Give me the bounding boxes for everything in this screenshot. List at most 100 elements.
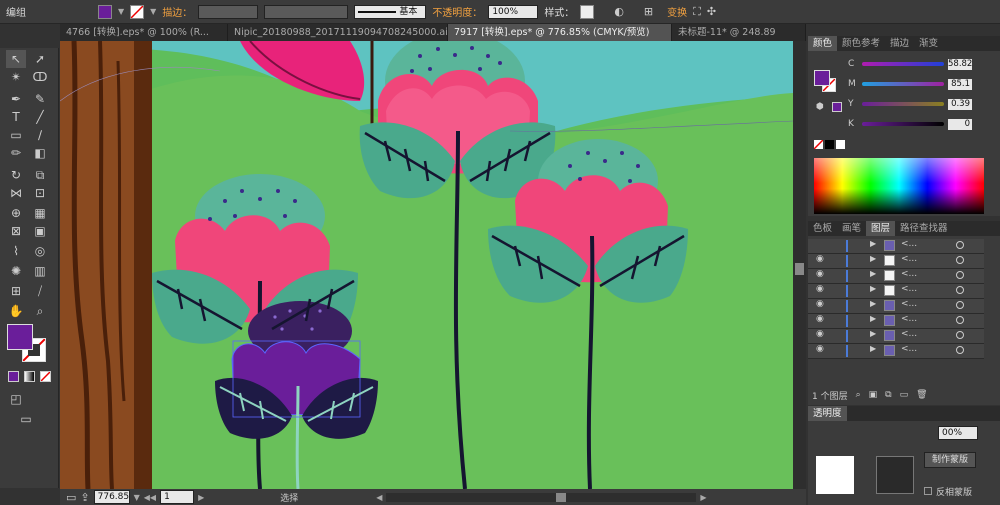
eraser-icon[interactable]: ◧ [30, 144, 50, 162]
export-icon[interactable]: ⇪ [80, 491, 89, 504]
expand-icon[interactable]: ▶ [870, 239, 876, 248]
layer-name[interactable]: <... [901, 299, 917, 309]
scale-tool-icon[interactable]: ⧉ [30, 166, 50, 184]
rotate-tool-icon[interactable]: ↻ [6, 166, 26, 184]
eyedropper-icon[interactable]: ⌇ [6, 242, 26, 260]
mesh-tool-icon[interactable]: ⊠ [6, 222, 26, 240]
screen-mode-icon[interactable]: ▭ [16, 410, 36, 428]
color-spectrum[interactable] [814, 158, 984, 214]
none-mode-button[interactable] [40, 371, 51, 382]
mask-thumbnail[interactable] [876, 456, 914, 494]
slider-y[interactable]: Y 0.39 [848, 98, 972, 110]
panel-fill-swatch[interactable] [814, 70, 830, 86]
recolor-icon[interactable]: ◐ [614, 5, 624, 18]
c-track[interactable] [862, 62, 944, 66]
color-mode-button[interactable] [8, 371, 19, 382]
fill-color-box[interactable] [7, 324, 33, 350]
target-icon[interactable] [956, 346, 964, 354]
layer-name[interactable]: <... [901, 269, 917, 279]
eye-icon[interactable]: ◉ [816, 269, 824, 279]
tab-color[interactable]: 颜色 [808, 36, 838, 51]
layer-name[interactable]: <... [901, 284, 917, 294]
curvature-tool-icon[interactable]: ✎ [30, 90, 50, 108]
direct-selection-tool-icon[interactable]: ➚ [30, 50, 50, 68]
draw-mode-icon[interactable]: ◰ [6, 390, 26, 408]
invert-mask-checkbox[interactable] [924, 487, 932, 495]
expand-icon[interactable]: ▶ [870, 344, 876, 353]
object-thumbnail[interactable] [816, 456, 854, 494]
scroll-right-icon[interactable]: ▶ [700, 493, 706, 502]
blend-tool-icon[interactable]: ◎ [30, 242, 50, 260]
eye-icon[interactable]: ◉ [816, 314, 824, 324]
first-page-icon[interactable]: ◀◀ [144, 493, 156, 502]
variable-width-field[interactable] [264, 4, 349, 19]
free-transform-icon[interactable]: ⊡ [30, 184, 50, 202]
perspective-grid-icon[interactable]: ▦ [30, 204, 50, 222]
hscroll-thumb[interactable] [556, 492, 567, 502]
horizontal-scrollbar[interactable] [386, 492, 697, 502]
c-value[interactable]: 58.82 [948, 58, 972, 70]
tab-stroke[interactable]: 描边 [885, 36, 914, 51]
eye-icon[interactable]: ◉ [816, 299, 824, 309]
gradient-tool-icon[interactable]: ▣ [30, 222, 50, 240]
none-swatch[interactable] [814, 140, 823, 149]
black-swatch[interactable] [825, 140, 834, 149]
layer-row[interactable]: ◉ ▶ <... [808, 269, 984, 284]
stroke-swatch[interactable] [130, 4, 145, 19]
fill-swatch[interactable] [98, 4, 112, 19]
expand-icon[interactable]: ▶ [870, 329, 876, 338]
scroll-left-icon[interactable]: ◀ [376, 493, 382, 502]
slider-m[interactable]: M 85.1 [848, 78, 972, 90]
tab-swatches[interactable]: 色板 [808, 221, 837, 236]
eye-icon[interactable]: ◉ [816, 329, 824, 339]
magic-wand-icon[interactable]: ✴ [6, 68, 26, 86]
layer-name[interactable]: <... [901, 239, 917, 249]
eye-icon[interactable]: ◉ [816, 344, 824, 354]
symbol-sprayer-icon[interactable]: ✺ [6, 262, 26, 280]
m-track[interactable] [862, 82, 944, 86]
layer-row[interactable]: ◉ ▶ <... [808, 344, 984, 359]
slider-k[interactable]: K 0 [848, 118, 972, 130]
rectangle-tool-icon[interactable]: ▭ [6, 126, 26, 144]
expand-icon[interactable]: ▶ [870, 284, 876, 293]
k-value[interactable]: 0 [948, 118, 972, 130]
type-tool-icon[interactable]: T [6, 108, 26, 126]
slider-c[interactable]: C 58.82 [848, 58, 972, 70]
white-swatch[interactable] [836, 140, 845, 149]
gradient-mode-button[interactable] [24, 371, 35, 382]
align-icon[interactable]: ⊞ [644, 5, 653, 18]
expand-icon[interactable]: ▶ [870, 254, 876, 263]
lasso-icon[interactable]: ↀ [30, 68, 50, 86]
clipping-mask-icon[interactable]: ▣ [869, 390, 878, 400]
eye-icon[interactable]: ◉ [816, 284, 824, 294]
stroke-style-field[interactable]: 基本 [354, 4, 427, 19]
page-field[interactable]: 1 [160, 490, 195, 504]
locate-object-icon[interactable]: ⌕ [856, 390, 861, 400]
tab-gradient[interactable]: 渐变 [914, 36, 943, 51]
tab-document-4[interactable]: 未标题-11* @ 248.89 [672, 24, 806, 41]
target-icon[interactable] [956, 241, 964, 249]
y-track[interactable] [862, 102, 944, 106]
expand-icon[interactable]: ▶ [870, 314, 876, 323]
expand-icon[interactable]: ▶ [870, 269, 876, 278]
slice-tool-icon[interactable]: ⧸ [30, 282, 50, 300]
transform-label[interactable]: 变换 [667, 4, 687, 19]
layer-row[interactable]: ◉ ▶ <... [808, 329, 984, 344]
cube-icon[interactable]: ⬢ [816, 102, 824, 112]
layer-row[interactable]: ◉ ▶ <... [808, 284, 984, 299]
tab-layers[interactable]: 图层 [866, 221, 896, 236]
target-icon[interactable] [956, 301, 964, 309]
new-sublayer-icon[interactable]: ⧉ [885, 390, 891, 400]
shape-builder-icon[interactable]: ⊕ [6, 204, 26, 222]
layer-row[interactable]: ◉ ▶ <... [808, 254, 984, 269]
delete-layer-icon[interactable]: 🗑 [916, 390, 927, 400]
graphic-style-swatch[interactable] [580, 4, 595, 19]
isolate-icon[interactable]: ⛶ [693, 5, 701, 19]
paintbrush-icon[interactable]: ∕ [30, 126, 50, 144]
stroke-weight-field[interactable] [198, 4, 259, 19]
tab-transparency[interactable]: 透明度 [808, 406, 847, 421]
chevron-down-icon[interactable]: ▼ [134, 493, 140, 502]
transparency-opacity-field[interactable]: 00% [938, 426, 978, 440]
layer-name[interactable]: <... [901, 254, 917, 264]
opacity-field[interactable]: 100% [488, 4, 539, 19]
